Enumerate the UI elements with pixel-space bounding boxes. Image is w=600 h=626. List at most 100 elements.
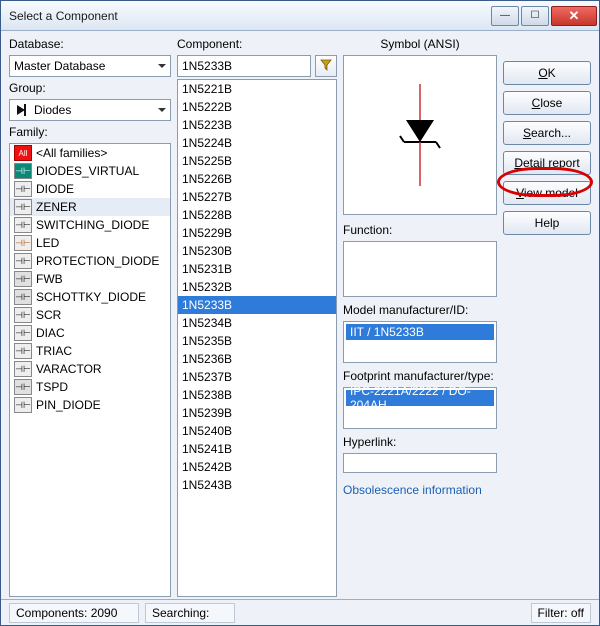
status-searching: Searching: xyxy=(145,603,235,623)
component-item[interactable]: 1N5224B xyxy=(178,134,336,152)
family-item-label: TSPD xyxy=(36,380,68,394)
component-item[interactable]: 1N5237B xyxy=(178,368,336,386)
family-item[interactable]: ⊣⊢DIODE xyxy=(10,180,170,198)
family-item[interactable]: ⊣⊢ SWITCHING_DIODE xyxy=(10,216,170,234)
component-item[interactable]: 1N5235B xyxy=(178,332,336,350)
function-label: Function: xyxy=(343,223,497,239)
ok-button[interactable]: OK xyxy=(503,61,591,85)
titlebar[interactable]: Select a Component — ☐ ✕ xyxy=(1,1,599,31)
family-label: Family: xyxy=(9,125,171,141)
component-filter-button[interactable] xyxy=(315,55,337,77)
model-box[interactable]: IIT / 1N5233B xyxy=(343,321,497,363)
family-icon: ⊣⊢ xyxy=(14,163,32,179)
footprint-label: Footprint manufacturer/type: xyxy=(343,369,497,385)
family-item[interactable]: ⊣⊢PIN_DIODE xyxy=(10,396,170,414)
component-item[interactable]: 1N5227B xyxy=(178,188,336,206)
component-item[interactable]: 1N5238B xyxy=(178,386,336,404)
family-item[interactable]: ⊣⊢TSPD xyxy=(10,378,170,396)
function-box xyxy=(343,241,497,297)
component-item[interactable]: 1N5223B xyxy=(178,116,336,134)
view-model-button[interactable]: View model xyxy=(503,181,591,205)
symbol-label: Symbol (ANSI) xyxy=(343,37,497,53)
family-item-label: ZENER xyxy=(36,200,77,214)
family-item-label: SWITCHING_DIODE xyxy=(36,218,149,232)
family-item[interactable]: ⊣⊢SCR xyxy=(10,306,170,324)
family-item[interactable]: ⊣⊢PROTECTION_DIODE xyxy=(10,252,170,270)
component-item[interactable]: 1N5236B xyxy=(178,350,336,368)
family-item-label: SCHOTTKY_DIODE xyxy=(36,290,146,304)
database-select[interactable]: Master Database xyxy=(9,55,171,77)
component-item[interactable]: 1N5239B xyxy=(178,404,336,422)
family-item-label: <All families> xyxy=(36,146,107,160)
component-item[interactable]: 1N5225B xyxy=(178,152,336,170)
col-component: Component: 1N5233B 1N5221B1N5222B1N5223B… xyxy=(177,37,337,597)
family-item[interactable]: ⊣⊢ DIODES_VIRTUAL xyxy=(10,162,170,180)
family-item-label: FWB xyxy=(36,272,63,286)
family-item[interactable]: ⊣⊢DIAC xyxy=(10,324,170,342)
group-select[interactable]: Diodes xyxy=(9,99,171,121)
family-item[interactable]: ⊣⊢LED xyxy=(10,234,170,252)
col-database: Database: Master Database Group: Diodes … xyxy=(9,37,171,597)
component-item[interactable]: 1N5233B xyxy=(178,296,336,314)
status-bar: Components: 2090 Searching: Filter: off xyxy=(1,599,599,625)
component-item[interactable]: 1N5232B xyxy=(178,278,336,296)
component-search-row: 1N5233B xyxy=(177,55,337,77)
family-icon: ⊣⊢ xyxy=(14,307,32,323)
group-label: Group: xyxy=(9,81,171,97)
component-item[interactable]: 1N5226B xyxy=(178,170,336,188)
footprint-box[interactable]: IPC-2221A/2222 / DO-204AH xyxy=(343,387,497,429)
component-item[interactable]: 1N5222B xyxy=(178,98,336,116)
close-button[interactable]: Close xyxy=(503,91,591,115)
family-item-label: VARACTOR xyxy=(36,362,102,376)
close-window-button[interactable]: ✕ xyxy=(551,6,597,26)
component-item[interactable]: 1N5241B xyxy=(178,440,336,458)
dialog-body: Database: Master Database Group: Diodes … xyxy=(1,31,599,599)
status-components: Components: 2090 xyxy=(9,603,139,623)
component-input[interactable]: 1N5233B xyxy=(177,55,311,77)
minimize-button[interactable]: — xyxy=(491,6,519,26)
model-label: Model manufacturer/ID: xyxy=(343,303,497,319)
component-item[interactable]: 1N5242B xyxy=(178,458,336,476)
footprint-row[interactable]: IPC-2221A/2222 / DO-204AH xyxy=(346,390,494,406)
component-label: Component: xyxy=(177,37,337,53)
hyperlink-box[interactable] xyxy=(343,453,497,473)
model-row[interactable]: IIT / 1N5233B xyxy=(346,324,494,340)
component-item[interactable]: 1N5234B xyxy=(178,314,336,332)
family-item[interactable]: All <All families> xyxy=(10,144,170,162)
family-icon: ⊣⊢ xyxy=(14,181,32,197)
family-icon: ⊣⊢ xyxy=(14,217,32,233)
window-title: Select a Component xyxy=(9,9,491,23)
diode-icon xyxy=(14,102,30,118)
family-item-label: PIN_DIODE xyxy=(36,398,101,412)
family-icon: All xyxy=(14,145,32,161)
family-list[interactable]: All <All families> ⊣⊢ DIODES_VIRTUAL ⊣⊢DIODE… xyxy=(9,143,171,597)
family-item-label: DIAC xyxy=(36,326,65,340)
family-icon: ⊣⊢ xyxy=(14,361,32,377)
family-icon: ⊣⊢ xyxy=(14,271,32,287)
component-item[interactable]: 1N5231B xyxy=(178,260,336,278)
family-item[interactable]: ⊣⊢TRIAC xyxy=(10,342,170,360)
dialog-select-component: Select a Component — ☐ ✕ Database: Maste… xyxy=(0,0,600,626)
component-item[interactable]: 1N5240B xyxy=(178,422,336,440)
family-item[interactable]: ⊣⊢ZENER xyxy=(10,198,170,216)
obsolescence-link[interactable]: Obsolescence information xyxy=(343,483,497,497)
component-item[interactable]: 1N5243B xyxy=(178,476,336,494)
maximize-button[interactable]: ☐ xyxy=(521,6,549,26)
col-buttons: OK Close Search... Detail report View mo… xyxy=(503,37,591,597)
component-item[interactable]: 1N5229B xyxy=(178,224,336,242)
component-item[interactable]: 1N5230B xyxy=(178,242,336,260)
help-button[interactable]: Help xyxy=(503,211,591,235)
component-item[interactable]: 1N5228B xyxy=(178,206,336,224)
group-value: Diodes xyxy=(34,103,71,117)
family-item[interactable]: ⊣⊢SCHOTTKY_DIODE xyxy=(10,288,170,306)
component-list[interactable]: 1N5221B1N5222B1N5223B1N5224B1N5225B1N522… xyxy=(177,79,337,597)
family-icon: ⊣⊢ xyxy=(14,253,32,269)
component-item[interactable]: 1N5221B xyxy=(178,80,336,98)
family-item[interactable]: ⊣⊢ FWB xyxy=(10,270,170,288)
detail-report-button[interactable]: Detail report xyxy=(503,151,591,175)
symbol-preview xyxy=(343,55,497,215)
search-button[interactable]: Search... xyxy=(503,121,591,145)
funnel-icon xyxy=(320,59,332,74)
family-item[interactable]: ⊣⊢ VARACTOR xyxy=(10,360,170,378)
family-item-label: DIODES_VIRTUAL xyxy=(36,164,139,178)
